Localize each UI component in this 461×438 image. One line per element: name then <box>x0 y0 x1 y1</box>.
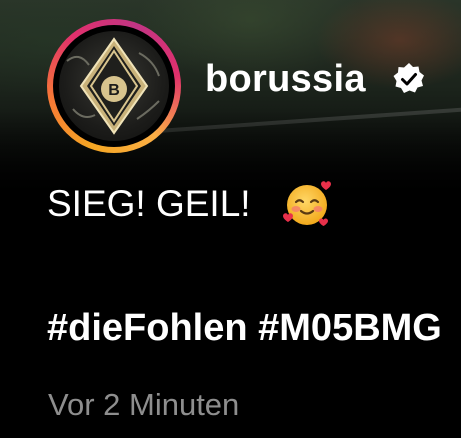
post-caption: SIEG! GEIL! <box>47 183 251 224</box>
borussia-crest-icon: B <box>66 37 160 135</box>
avatar-image: B <box>59 31 169 141</box>
username[interactable]: borussia <box>205 57 366 101</box>
smiling-face-with-hearts-icon <box>283 181 331 226</box>
story-caption-screen: B borussia SIEG! GEIL! #dieFohlen #M05BM… <box>0 0 461 438</box>
hashtag-line: #dieFohlen #M05BMG <box>47 305 461 351</box>
hashtag-link[interactable]: #M05BMG <box>258 307 442 349</box>
post-timestamp: Vor 2 Minuten <box>48 387 240 422</box>
svg-text:B: B <box>108 82 120 99</box>
verified-badge-icon <box>393 63 424 93</box>
hashtag-link[interactable]: #dieFohlen <box>47 307 248 349</box>
avatar[interactable]: B <box>47 19 181 153</box>
